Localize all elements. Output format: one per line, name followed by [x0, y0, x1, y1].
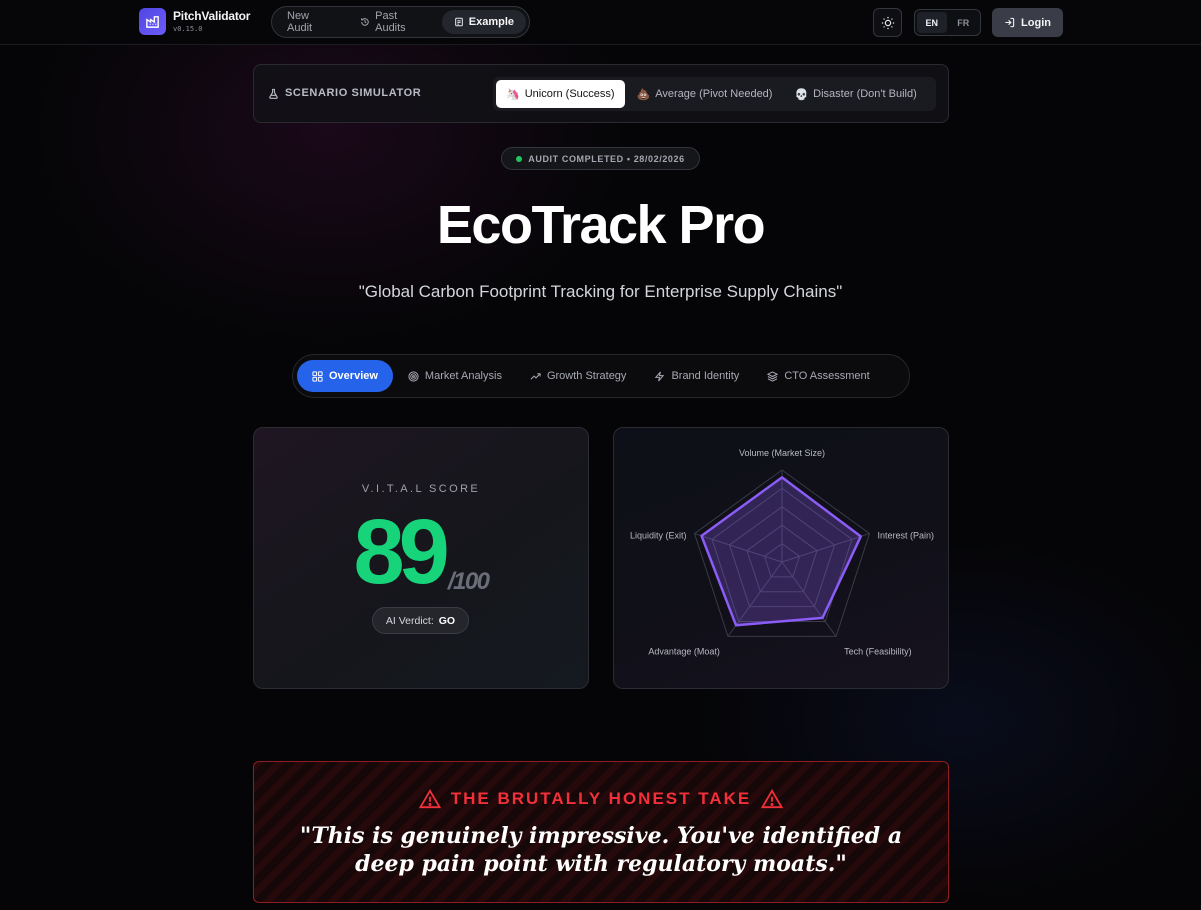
theme-toggle-button[interactable]: [873, 8, 902, 37]
lightning-icon: [655, 371, 665, 381]
vital-radar-card: Volume (Market Size) Interest (Pain) Tech …: [613, 427, 949, 689]
status-dot-icon: [516, 155, 523, 162]
scenario-disaster-button[interactable]: 💀 Disaster (Don't Build): [784, 80, 926, 108]
sun-icon: [881, 16, 894, 29]
tab-market-analysis[interactable]: Market Analysis: [395, 360, 515, 392]
tab-growth-strategy[interactable]: Growth Strategy: [517, 360, 639, 392]
poop-icon: 💩: [636, 88, 651, 101]
radar-data-point: [822, 617, 824, 619]
flask-icon: [269, 88, 278, 99]
factory-logo-icon: [139, 8, 166, 35]
grid-icon: [312, 370, 323, 382]
project-tagline: "Global Carbon Footprint Tracking for En…: [358, 282, 843, 301]
top-navbar: PitchValidator v0.15.0 New Audit Past Au…: [0, 0, 1201, 45]
brand[interactable]: PitchValidator v0.15.0: [139, 8, 250, 35]
report-tabs: Overview Market Analysis Growth Strategy…: [292, 354, 910, 398]
radar-data-point: [860, 535, 862, 537]
scenario-simulator: SCENARIO SIMULATOR 🦄 Unicorn (Success) 💩…: [253, 64, 949, 123]
radar-axis-label: Tech (Feasibility): [844, 646, 912, 656]
nav-example[interactable]: Example: [441, 10, 526, 34]
radar-data-point: [735, 624, 737, 626]
tab-overview[interactable]: Overview: [297, 360, 393, 392]
nav-label: New Audit: [287, 10, 313, 34]
language-switcher: EN FR: [914, 9, 981, 36]
tab-brand-identity[interactable]: Brand Identity: [641, 360, 752, 392]
verdict-value: GO: [438, 614, 456, 627]
score-value: 89: [353, 501, 449, 603]
scenario-unicorn-button[interactable]: 🦄 Unicorn (Success): [496, 80, 625, 108]
lang-en-button[interactable]: EN: [917, 12, 947, 33]
nav-label: Past Audits: [375, 10, 406, 34]
login-label: Login: [1021, 16, 1051, 29]
nav-new-audit[interactable]: New Audit: [275, 10, 348, 34]
radar-series-area: [700, 476, 862, 627]
scenario-average-button[interactable]: 💩 Average (Pivot Needed): [627, 80, 783, 108]
warning-icon: [418, 789, 441, 809]
project-title: EcoTrack Pro: [436, 195, 766, 255]
history-icon: [361, 18, 369, 26]
nav-label: Example: [468, 16, 514, 28]
score-label: V.I.T.A.L SCORE: [361, 483, 481, 495]
login-icon: [1005, 17, 1015, 28]
nav-past-audits[interactable]: Past Audits: [348, 10, 442, 34]
document-icon: [454, 17, 463, 27]
honest-take-quote: "This is genuinely impressive. You've id…: [299, 823, 903, 877]
login-button[interactable]: Login: [992, 8, 1063, 37]
radar-axis-label: Volume (Market Size): [739, 448, 825, 458]
trend-up-icon: [530, 372, 541, 380]
radar-axis-label: Advantage (Moat): [648, 646, 720, 656]
ai-verdict-badge: AI Verdict: GO: [372, 607, 469, 634]
vital-score-card: V.I.T.A.L SCORE 89 /100: [253, 427, 589, 689]
tab-cto-assessment[interactable]: CTO Assessment: [754, 360, 882, 392]
verdict-label: AI Verdict:: [385, 614, 434, 627]
audit-status-badge: AUDIT COMPLETED • 28/02/2026: [501, 147, 700, 170]
scenario-options: 🦄 Unicorn (Success) 💩 Average (Pivot Nee…: [493, 77, 936, 111]
score-denominator: /100: [447, 568, 490, 595]
radar-axis-label: Liquidity (Exit): [630, 531, 687, 541]
honest-take-title: THE BRUTALLY HONEST TAKE: [254, 789, 948, 809]
radar-data-point: [781, 476, 783, 478]
lang-fr-button[interactable]: FR: [949, 12, 979, 33]
app-name: PitchValidator: [173, 9, 251, 23]
app-version: v0.15.0: [173, 25, 203, 33]
radar-data-point: [701, 535, 703, 537]
radar-axis-label: Interest (Pain): [877, 531, 934, 541]
skull-icon: 💀: [794, 88, 809, 101]
radar-chart: Volume (Market Size) Interest (Pain) Tech …: [630, 448, 934, 656]
target-icon: [408, 370, 419, 382]
unicorn-icon: 🦄: [506, 88, 520, 101]
layers-icon: [767, 370, 779, 382]
brutally-honest-take: THE BRUTALLY HONEST TAKE "This is genuin…: [253, 761, 949, 903]
main-nav: New Audit Past Audits Example: [271, 6, 530, 38]
warning-icon: [761, 789, 784, 809]
scenario-title: SCENARIO SIMULATOR: [268, 87, 421, 99]
